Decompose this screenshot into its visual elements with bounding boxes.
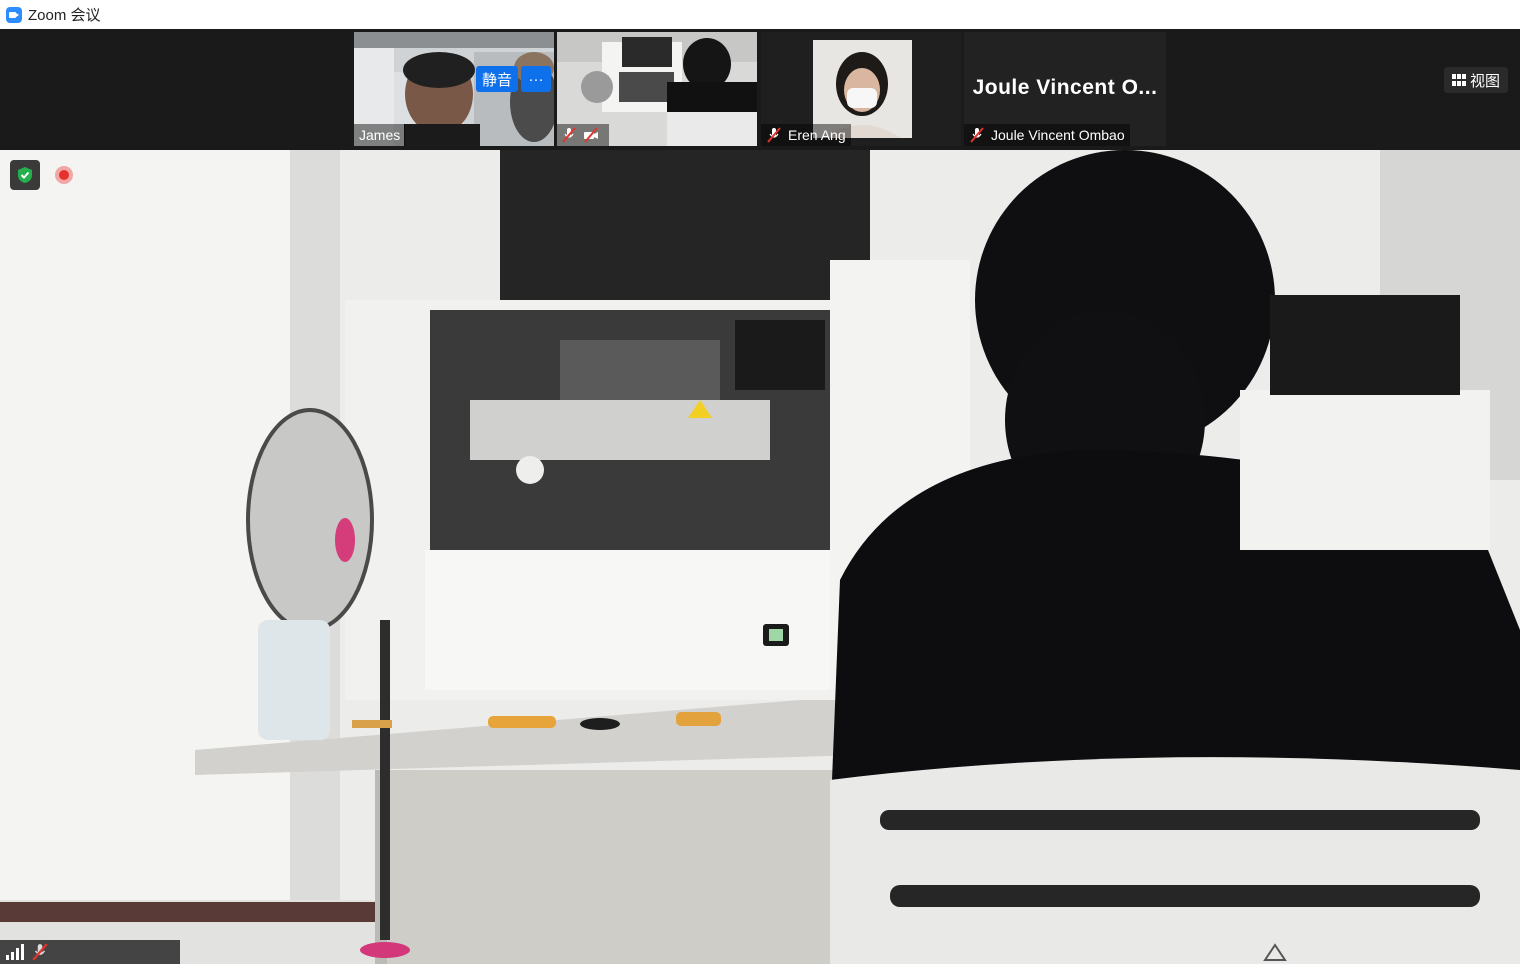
mic-muted-icon [969,127,985,143]
mic-muted-icon [32,943,48,961]
participant-status-active [557,124,609,146]
main-speaker-video [0,150,1520,964]
video-muted-icon [583,127,599,143]
participant-name-james: James [354,124,406,146]
signal-strength-icon[interactable] [5,943,25,961]
grid-view-icon [1451,74,1466,86]
zoom-app-icon [6,6,22,23]
participant-tile-eren-ang[interactable]: Eren Ang [761,32,961,146]
participant-name-joule: Joule Vincent Ombao [964,124,1130,146]
participant-strip: James 静音 ··· Eren Ang Joule Vincent O...… [0,29,1520,150]
mute-participant-button[interactable]: 静音 [476,66,518,92]
connection-status-bar [0,940,180,964]
security-shield-button[interactable] [10,160,40,190]
participant-display-name: Joule Vincent O... [972,76,1158,99]
more-options-button[interactable]: ··· [521,66,551,92]
mic-muted-icon [766,127,782,143]
participant-name-eren-ang: Eren Ang [761,124,851,146]
shield-icon [18,167,32,183]
recording-icon [55,166,73,184]
participant-tile-active[interactable] [557,32,757,146]
mic-muted-icon [561,127,577,143]
view-button[interactable]: 视图 [1443,67,1508,93]
window-title: Zoom 会议 [28,7,101,24]
participant-tile-joule[interactable]: Joule Vincent O... Joule Vincent Ombao [964,32,1166,146]
window-titlebar: Zoom 会议 [0,0,1520,29]
video-frame [0,150,1520,964]
